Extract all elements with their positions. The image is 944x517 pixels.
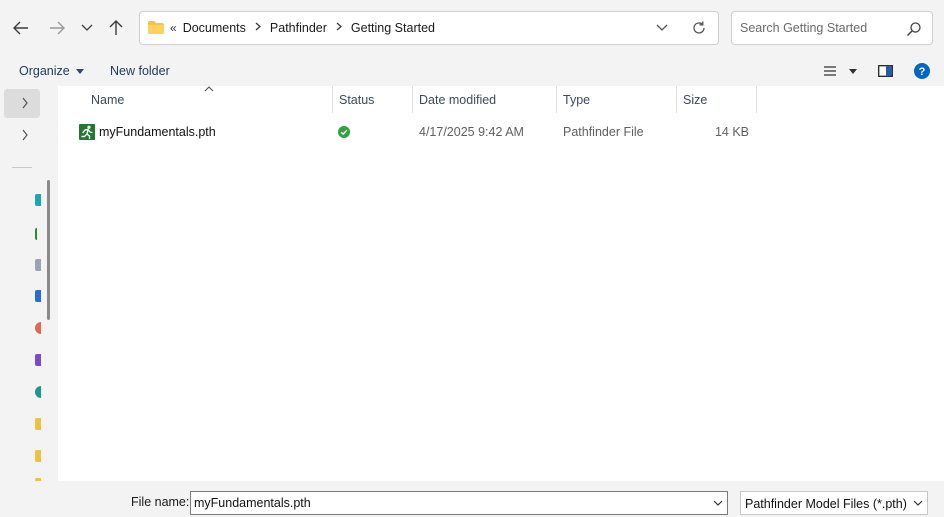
chevron-right-icon[interactable] (336, 22, 342, 34)
forward-button[interactable] (43, 14, 71, 42)
column-header-type[interactable]: Type (563, 86, 590, 113)
sort-ascending-icon (204, 86, 214, 92)
help-button[interactable]: ? (914, 62, 930, 80)
column-header-date-modified[interactable]: Date modified (419, 86, 496, 113)
column-divider[interactable] (676, 86, 677, 113)
refresh-icon[interactable] (690, 19, 708, 37)
file-name: myFundamentals.pth (99, 125, 216, 139)
file-type-filter-value: Pathfinder Model Files (*.pth) (745, 497, 907, 511)
breadcrumb-documents[interactable]: Documents (183, 21, 246, 35)
nav-folder-icon[interactable] (35, 418, 41, 430)
file-name-input[interactable] (194, 495, 694, 511)
address-history-dropdown-icon[interactable] (652, 20, 672, 36)
column-divider[interactable] (332, 86, 333, 113)
list-view-icon (824, 66, 836, 76)
file-name-bar: File name: Pathfinder Model Files (*.pth… (0, 481, 944, 517)
arrow-right-icon (50, 21, 65, 35)
file-name-label: File name: (131, 495, 190, 509)
column-divider[interactable] (412, 86, 413, 113)
nav-app-icon[interactable] (35, 259, 41, 271)
column-divider[interactable] (756, 86, 757, 113)
folder-icon (148, 21, 164, 34)
organize-label: Organize (19, 64, 70, 78)
arrow-up-icon (109, 20, 123, 35)
nav-folder-icon[interactable] (35, 450, 41, 462)
status-synced-icon (338, 121, 350, 143)
breadcrumb-getting-started[interactable]: Getting Started (351, 21, 435, 35)
nav-app-icon[interactable] (35, 290, 41, 302)
file-size: 14 KB (714, 125, 749, 139)
search-input[interactable] (740, 19, 900, 37)
search-icon[interactable] (906, 21, 922, 37)
organize-button[interactable]: Organize (19, 64, 84, 78)
chevron-down-icon (81, 24, 93, 31)
navigation-bar: « Documents Pathfinder Getting Started (0, 0, 944, 56)
view-options-button[interactable] (823, 62, 857, 80)
nav-app-icon[interactable] (35, 194, 41, 206)
chevron-down-icon[interactable] (713, 498, 723, 508)
breadcrumb-pathfinder[interactable]: Pathfinder (270, 21, 327, 35)
new-folder-button[interactable]: New folder (110, 64, 170, 78)
chevron-right-icon[interactable] (255, 22, 261, 34)
nav-app-icon[interactable] (35, 322, 41, 334)
address-bar[interactable]: « Documents Pathfinder Getting Started (139, 11, 719, 45)
recent-locations-button[interactable] (73, 14, 101, 42)
column-header-size[interactable]: Size (683, 86, 707, 113)
breadcrumb-overflow[interactable]: « (170, 21, 177, 35)
divider (12, 167, 32, 168)
caret-down-icon (75, 66, 84, 76)
search-box[interactable] (731, 11, 933, 45)
navigation-pane (0, 86, 41, 481)
file-date-modified: 4/17/2025 9:42 AM (419, 125, 524, 139)
nav-app-icon[interactable] (35, 354, 41, 366)
pathfinder-running-man-icon (79, 121, 95, 143)
preview-pane-icon (878, 65, 893, 77)
help-icon: ? (914, 63, 930, 79)
up-button[interactable] (102, 14, 130, 42)
back-button[interactable] (7, 14, 35, 42)
chevron-down-icon (913, 500, 923, 506)
command-bar: Organize New folder ? (0, 56, 944, 86)
arrow-left-icon (13, 21, 28, 35)
column-header-status[interactable]: Status (339, 86, 374, 113)
chevron-right-icon[interactable] (20, 129, 30, 141)
file-list: Name Status Date modified Type Size myFu… (58, 86, 944, 481)
svg-text:?: ? (919, 66, 926, 78)
column-header-name[interactable]: Name (91, 86, 124, 113)
navigation-scrollbar[interactable] (47, 180, 50, 320)
file-row[interactable]: myFundamentals.pth 4/17/2025 9:42 AM Pat… (58, 121, 944, 143)
preview-pane-button[interactable] (878, 62, 893, 80)
file-name-field[interactable] (190, 491, 728, 515)
nav-app-icon[interactable] (35, 228, 41, 240)
file-type-filter-select[interactable]: Pathfinder Model Files (*.pth) (740, 491, 928, 515)
breadcrumb: « Documents Pathfinder Getting Started (170, 12, 435, 44)
nav-app-icon[interactable] (35, 386, 41, 398)
column-divider[interactable] (556, 86, 557, 113)
file-type: Pathfinder File (563, 125, 644, 139)
new-folder-label: New folder (110, 64, 170, 78)
caret-down-icon (849, 68, 857, 74)
chevron-right-icon[interactable] (20, 97, 30, 109)
